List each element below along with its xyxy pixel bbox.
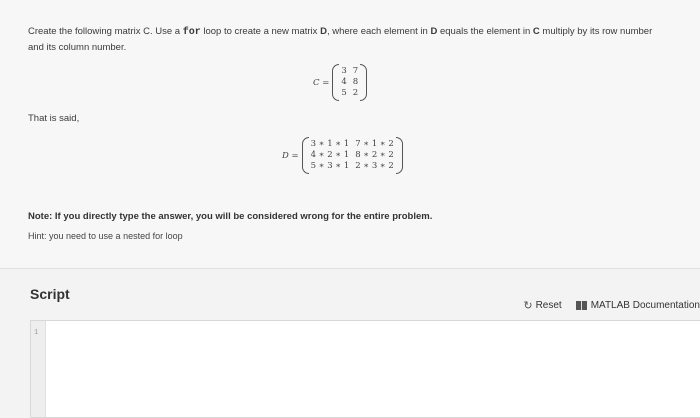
matrix-cell: 8 ∗ 2 ∗ 2 [355, 150, 394, 160]
that-is-said-text: That is said, [28, 113, 80, 124]
hint-text: Hint: you need to use a nested for loop [28, 231, 183, 241]
matrix-cell: 7 [352, 66, 359, 76]
matrix-cell: 4 ∗ 2 ∗ 1 [310, 150, 350, 160]
matrix-c-label: C = [313, 77, 330, 88]
note-text: Note: If you directly type the answer, y… [28, 211, 433, 222]
matrix-cell: 2 ∗ 3 ∗ 2 [355, 161, 394, 171]
prompt-matrix-d: D [320, 26, 327, 37]
line-number: 1 [34, 329, 39, 337]
prompt-matrix-c: C [532, 26, 540, 37]
divider [0, 268, 700, 269]
code-input-area[interactable] [46, 321, 700, 417]
problem-panel: Create the following matrix C. Use a for… [0, 0, 700, 268]
prompt-text-line2: and its column number. [28, 42, 127, 53]
matrix-d-label: D = [282, 150, 299, 161]
matrix-d-brackets: 3 ∗ 1 ∗ 1 7 ∗ 1 ∗ 2 4 ∗ 2 ∗ 1 8 ∗ 2 ∗ 2 5 … [301, 137, 404, 174]
matrix-c-table: 37 48 52 [338, 66, 361, 99]
matrix-cell: 4 [341, 77, 347, 87]
reset-icon: ↻ [523, 300, 533, 312]
matrix-cell: 3 ∗ 1 ∗ 1 [310, 139, 350, 149]
prompt-text: Create the following matrix C. Use a [28, 26, 183, 37]
prompt-text: loop to create a new matrix [200, 26, 321, 37]
matrix-cell: 3 [341, 66, 347, 76]
code-editor[interactable]: 1 [30, 320, 700, 418]
line-number-gutter: 1 [31, 321, 46, 417]
book-icon [575, 301, 587, 310]
matrix-cell: 5 [341, 88, 347, 98]
reset-button[interactable]: ↻ Reset [523, 299, 561, 312]
matrix-c-brackets: 37 48 52 [332, 64, 368, 101]
prompt-text: multiply by its row number [539, 26, 653, 37]
matrix-cell: 5 ∗ 3 ∗ 1 [310, 161, 350, 171]
script-title: Script [30, 286, 70, 302]
matrix-d: D = 3 ∗ 1 ∗ 1 7 ∗ 1 ∗ 2 4 ∗ 2 ∗ 1 8 ∗ 2 ∗ … [282, 137, 404, 174]
reset-label: Reset [535, 300, 562, 311]
prompt-code-keyword: for [182, 27, 201, 38]
matrix-cell: 2 [352, 88, 359, 98]
prompt-text: equals the element in [437, 26, 533, 37]
matlab-documentation-label: MATLAB Documentation [590, 300, 700, 311]
problem-prompt: Create the following matrix C. Use a for… [28, 24, 700, 55]
matrix-cell: 8 [352, 77, 359, 87]
matrix-c: C = 37 48 52 [313, 64, 368, 101]
matrix-d-table: 3 ∗ 1 ∗ 1 7 ∗ 1 ∗ 2 4 ∗ 2 ∗ 1 8 ∗ 2 ∗ 2 5 … [308, 139, 397, 172]
matlab-documentation-button[interactable]: MATLAB Documentation [575, 300, 700, 311]
script-toolbar: ↻ Reset MATLAB Documentation [509, 299, 700, 312]
prompt-text: , where each element in [326, 26, 431, 37]
matrix-cell: 7 ∗ 1 ∗ 2 [355, 139, 394, 149]
